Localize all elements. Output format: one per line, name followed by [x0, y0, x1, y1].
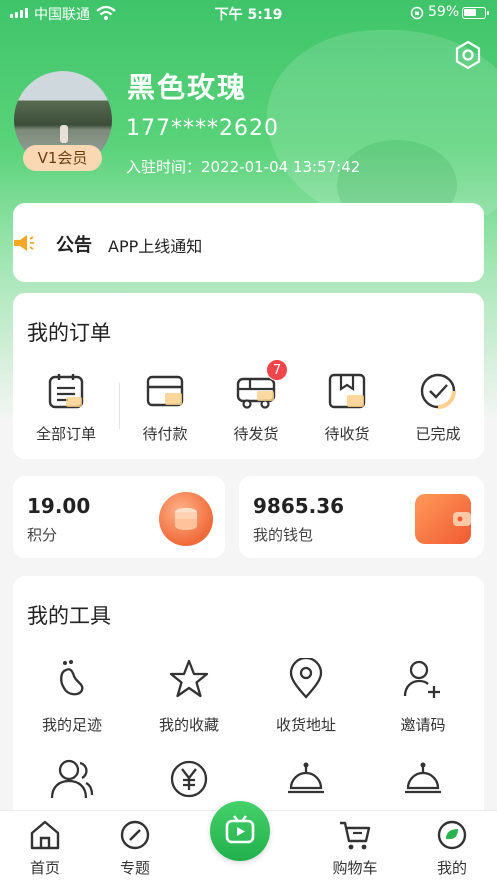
settings-hexagon-icon[interactable]: [453, 40, 483, 70]
tab-home-label: 首页: [29, 859, 60, 877]
phone-number: 177****2620: [126, 116, 279, 141]
box-icon: [328, 373, 366, 409]
tab-cart-label: 购物车: [332, 859, 378, 877]
tool-footprint-label: 我的足迹: [41, 716, 102, 734]
add-user-icon: [403, 660, 440, 698]
footprint-icon: [60, 660, 84, 696]
tab-mine[interactable]: 我的: [417, 819, 487, 879]
avatar-figure: [60, 125, 68, 143]
orders-title: 我的订单: [27, 321, 111, 345]
tab-live[interactable]: [210, 801, 270, 861]
tool-favorites-label: 我的收藏: [158, 716, 219, 734]
wallet-card[interactable]: 9865.36 我的钱包: [239, 476, 484, 558]
order-pending-receipt-button[interactable]: 待收货: [307, 371, 387, 445]
battery-icon: [462, 7, 489, 19]
card-icon: [146, 375, 184, 407]
announcement-tag: 公告: [56, 235, 92, 256]
order-all-button[interactable]: 全部订单: [26, 371, 106, 445]
wallet-value: 9865.36: [253, 494, 345, 518]
announcement-text[interactable]: APP上线通知: [108, 233, 202, 257]
my-tools-card: 我的工具 我的足迹 我的收藏 收货地址 邀请码: [13, 576, 484, 826]
bottom-tab-bar: 首页 专题 购物车 我的: [0, 801, 497, 883]
tool-invite-code-label: 邀请码: [400, 716, 446, 734]
status-bar: 中国联通 下午 5:19 59%: [0, 0, 497, 26]
order-pending-payment-label: 待付款: [142, 425, 188, 443]
tool-address-label: 收货地址: [275, 716, 336, 734]
order-all-label: 全部订单: [35, 425, 96, 443]
rotation-lock-icon: [410, 6, 424, 20]
compass-icon: [120, 820, 150, 850]
tab-cart[interactable]: 购物车: [320, 819, 390, 879]
my-orders-card: 我的订单 全部订单 待付款 7 待发货 待收货 已完成: [13, 293, 484, 459]
divider: [119, 383, 120, 429]
wallet-label: 我的钱包: [253, 526, 314, 544]
points-card[interactable]: 19.00 积分: [13, 476, 225, 558]
cart-icon: [340, 821, 371, 850]
tool-address-button[interactable]: 收货地址: [256, 658, 356, 738]
order-completed-button[interactable]: 已完成: [398, 371, 478, 445]
tab-home[interactable]: 首页: [10, 819, 80, 879]
order-pending-receipt-label: 待收货: [324, 425, 370, 443]
live-tv-icon: [225, 815, 255, 844]
team-icon: [50, 759, 94, 799]
tool-favorites-button[interactable]: 我的收藏: [139, 658, 239, 738]
home-icon: [30, 820, 60, 850]
tab-topics[interactable]: 专题: [100, 819, 170, 879]
star-icon: [169, 659, 209, 698]
pending-shipment-count-badge: 7: [266, 359, 288, 381]
points-label: 积分: [27, 526, 58, 544]
clipboard-list-icon: [48, 374, 84, 409]
tab-mine-label: 我的: [436, 859, 467, 877]
order-completed-label: 已完成: [415, 425, 461, 443]
location-pin-icon: [289, 658, 323, 699]
wallet-icon: [415, 494, 471, 544]
cloche-icon: [405, 762, 441, 794]
tool-footprint-button[interactable]: 我的足迹: [22, 658, 122, 738]
profile-icon: [437, 820, 467, 850]
points-value: 19.00: [27, 494, 91, 518]
order-pending-shipment-label: 待发货: [233, 425, 279, 443]
cloche-icon: [288, 762, 324, 794]
announcement-card[interactable]: 公告 APP上线通知: [13, 203, 484, 282]
tool-invite-code-button[interactable]: 邀请码: [373, 658, 473, 738]
tab-topics-label: 专题: [119, 859, 150, 877]
order-pending-shipment-button[interactable]: 7 待发货: [216, 359, 296, 445]
vip-level-badge: V1会员: [23, 145, 102, 171]
coin-stack-icon: [159, 492, 213, 546]
username: 黑色玫瑰: [127, 71, 248, 104]
yen-icon: [170, 760, 208, 798]
check-circle-icon: [420, 373, 456, 409]
battery-percent: 59%: [428, 4, 460, 20]
megaphone-icon: [14, 235, 34, 251]
tools-title: 我的工具: [27, 604, 111, 628]
join-time: 入驻时间：2022-01-04 13:57:42: [126, 158, 361, 176]
order-pending-payment-button[interactable]: 待付款: [125, 371, 205, 445]
